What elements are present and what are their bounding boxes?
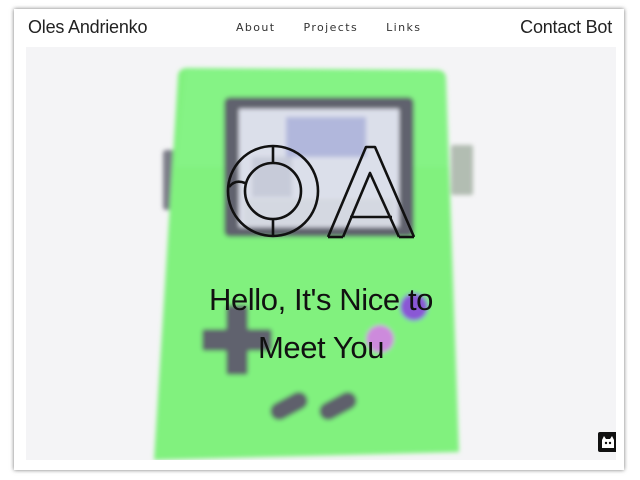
hero-greeting-line2: Meet You — [257, 330, 385, 365]
oa-monogram-logo-icon — [226, 144, 415, 239]
github-octocat-icon[interactable] — [598, 432, 616, 452]
browser-frame: Oles Andrienko About Projects Links Cont… — [14, 9, 624, 470]
nav-link-projects[interactable]: Projects — [304, 21, 359, 34]
nav-link-links[interactable]: Links — [386, 21, 421, 34]
nav-menu: About Projects Links — [236, 21, 421, 34]
hero-section: Hello, It's Nice to Meet You — [26, 47, 616, 460]
site-brand-link[interactable]: Oles Andrienko — [28, 17, 147, 38]
hero-greeting-line1: Hello, It's Nice to — [208, 282, 433, 317]
contact-bot-link[interactable]: Contact Bot — [520, 17, 612, 38]
hero-background-image — [26, 47, 616, 460]
nav-link-about[interactable]: About — [236, 21, 276, 34]
top-navigation: Oles Andrienko About Projects Links Cont… — [14, 9, 624, 47]
